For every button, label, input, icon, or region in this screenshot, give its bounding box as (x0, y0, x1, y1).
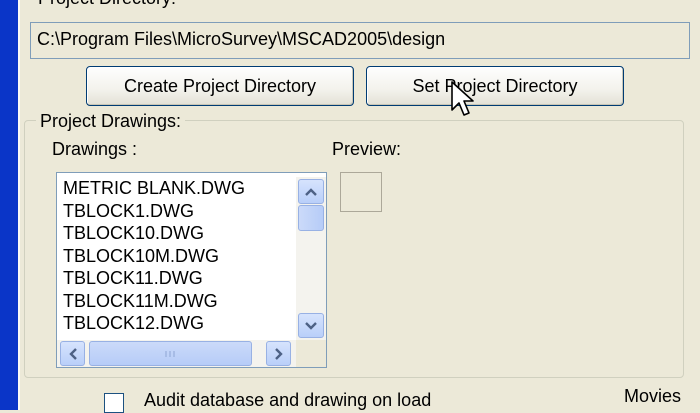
scroll-left-button[interactable] (60, 341, 85, 366)
list-item[interactable]: TBLOCK1.DWG (63, 200, 245, 223)
create-project-directory-button[interactable]: Create Project Directory (86, 66, 354, 106)
list-item[interactable]: TBLOCK11M.DWG (63, 290, 245, 313)
scrollbar-corner (296, 340, 326, 367)
project-directory-path-text: C:\Program Files\MicroSurvey\MSCAD2005\d… (37, 29, 446, 49)
drawing-preview (340, 172, 382, 212)
movies-label[interactable]: Movies (624, 386, 681, 407)
chevron-up-icon (305, 187, 317, 196)
chevron-right-icon (274, 347, 283, 360)
drawings-label: Drawings : (52, 139, 138, 159)
window-border (0, 0, 18, 410)
scroll-down-button[interactable] (298, 313, 324, 338)
list-item[interactable]: METRIC BLANK.DWG (63, 177, 245, 200)
project-directory-label: Project Directory: (38, 0, 176, 9)
set-project-directory-button[interactable]: Set Project Directory (366, 66, 624, 106)
list-item[interactable]: TBLOCK10.DWG (63, 222, 245, 245)
audit-database-checkbox[interactable] (104, 393, 124, 413)
list-item[interactable]: TBLOCK10M.DWG (63, 245, 245, 268)
scroll-up-button[interactable] (298, 179, 324, 204)
scroll-right-button[interactable] (266, 341, 291, 366)
project-directory-path-field[interactable]: C:\Program Files\MicroSurvey\MSCAD2005\d… (30, 22, 690, 59)
vertical-scroll-thumb[interactable] (298, 205, 324, 231)
drawings-vertical-scrollbar[interactable] (296, 177, 326, 340)
list-item[interactable]: TBLOCK12.DWG (63, 312, 245, 335)
drawings-horizontal-scrollbar[interactable] (57, 340, 296, 367)
drawings-listbox[interactable]: METRIC BLANK.DWG TBLOCK1.DWG TBLOCK10.DW… (56, 172, 327, 368)
preview-label: Preview: (332, 139, 402, 159)
window-border-highlight (18, 0, 20, 410)
project-drawings-group-label: Project Drawings: (36, 111, 186, 132)
audit-database-label[interactable]: Audit database and drawing on load (144, 390, 431, 411)
create-project-directory-button-label: Create Project Directory (123, 75, 317, 96)
chevron-left-icon (68, 347, 77, 360)
set-project-directory-button-label: Set Project Directory (412, 75, 578, 96)
arrow-cursor-icon (451, 81, 474, 116)
grip-icon (164, 350, 175, 357)
list-item[interactable]: TBLOCK11.DWG (63, 267, 245, 290)
drawings-list: METRIC BLANK.DWG TBLOCK1.DWG TBLOCK10.DW… (63, 177, 245, 335)
horizontal-scroll-thumb[interactable] (89, 341, 252, 366)
chevron-down-icon (305, 321, 317, 330)
